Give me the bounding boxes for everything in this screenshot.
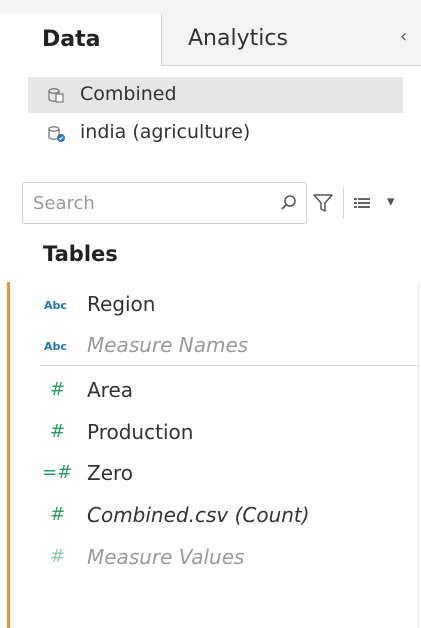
- string-type-icon: Abc: [44, 299, 67, 312]
- list-view-icon: [354, 198, 370, 208]
- field-region[interactable]: Abc Region: [40, 288, 410, 322]
- datasource-label: Combined: [80, 83, 177, 105]
- datasource-icon: [48, 88, 64, 103]
- number-type-icon: #: [50, 504, 66, 525]
- field-name: Region: [87, 292, 156, 316]
- view-options-button[interactable]: ▾: [351, 190, 403, 216]
- search-input[interactable]: [33, 189, 273, 217]
- field-name: Combined.csv (Count): [87, 503, 310, 527]
- field-measure-values[interactable]: # Measure Values: [40, 541, 410, 575]
- dimensions-measures-divider: [40, 365, 418, 366]
- tab-analytics-label: Analytics: [188, 26, 288, 51]
- filter-icon[interactable]: [311, 190, 335, 216]
- field-name: Measure Values: [87, 545, 245, 569]
- collapse-pane-icon[interactable]: ‹: [400, 26, 407, 47]
- search-box: [22, 182, 307, 224]
- section-title-tables: Tables: [43, 242, 118, 266]
- datasource-india-agriculture[interactable]: india (agriculture): [28, 115, 403, 151]
- field-zero[interactable]: =# Zero: [40, 457, 410, 491]
- number-type-icon: #: [50, 421, 66, 442]
- datasource-combined[interactable]: Combined: [28, 77, 403, 113]
- field-name: Area: [87, 378, 134, 402]
- datasource-connected-icon: [48, 126, 65, 142]
- search-icon[interactable]: [279, 193, 299, 213]
- field-name: Production: [87, 420, 194, 444]
- number-type-icon: #: [50, 379, 66, 400]
- chevron-down-icon: ▾: [387, 192, 395, 210]
- string-type-icon: Abc: [44, 340, 67, 353]
- tab-data-label: Data: [42, 27, 101, 52]
- pane-edge: [418, 282, 419, 628]
- tab-data[interactable]: Data: [22, 14, 162, 66]
- field-name: Zero: [87, 461, 134, 485]
- datasource-label: india (agriculture): [80, 121, 251, 143]
- number-type-icon: #: [50, 546, 66, 567]
- top-band: [0, 0, 421, 14]
- field-production[interactable]: # Production: [40, 416, 410, 450]
- field-area[interactable]: # Area: [40, 374, 410, 408]
- pane-tabs: Data Analytics ‹: [0, 14, 421, 66]
- calculated-number-icon: =#: [42, 462, 73, 483]
- field-name: Measure Names: [87, 333, 249, 357]
- toolbar-separator: [343, 187, 344, 219]
- field-measure-names[interactable]: Abc Measure Names: [40, 329, 410, 363]
- field-combined-count[interactable]: # Combined.csv (Count): [40, 499, 410, 533]
- accent-bar: [7, 282, 10, 628]
- tab-analytics[interactable]: Analytics ‹: [162, 14, 421, 66]
